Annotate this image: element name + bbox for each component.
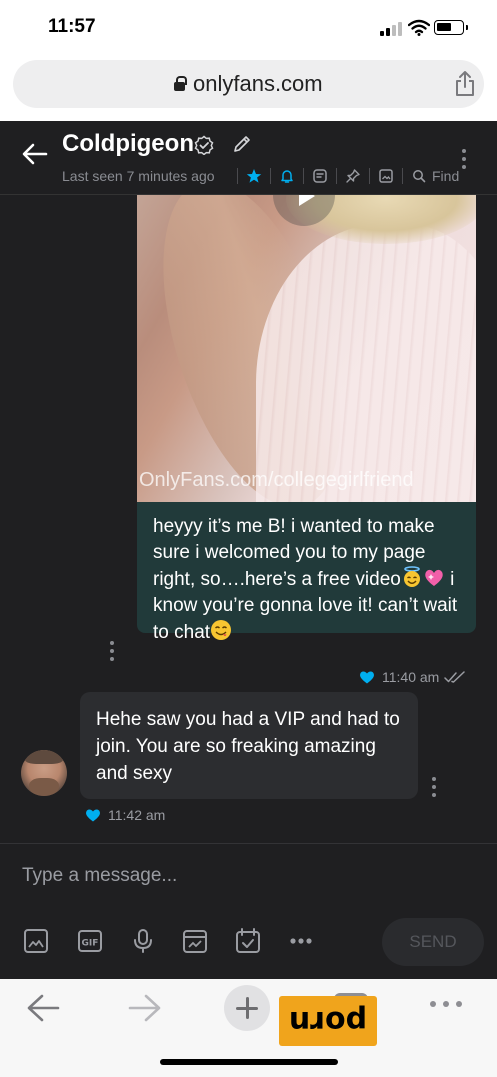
verified-badge-icon [194, 135, 214, 155]
brand-watermark: porn [279, 996, 377, 1046]
last-seen-status: Last seen 7 minutes ago [62, 168, 215, 184]
outgoing-message-time: 11:40 am [382, 669, 440, 685]
find-label[interactable]: Find [432, 168, 459, 184]
browser-forward-icon[interactable] [128, 993, 162, 1023]
more-icon[interactable] [287, 927, 315, 955]
microphone-icon[interactable] [129, 927, 157, 955]
angel-emoji-icon [403, 566, 420, 587]
status-bar: 11:57 [0, 0, 497, 52]
incoming-message-options-icon[interactable] [432, 777, 436, 801]
share-icon[interactable] [453, 70, 477, 98]
status-time: 11:57 [48, 16, 96, 37]
chat-header: Coldpigeon Last seen 7 minutes ago Find [0, 121, 497, 195]
outgoing-message-meta: 11:40 am [359, 667, 466, 687]
image-icon[interactable] [22, 927, 50, 955]
bell-icon[interactable] [278, 167, 296, 185]
note-icon[interactable] [311, 167, 329, 185]
incoming-message-text: Hehe saw you had a VIP and had to join. … [96, 709, 400, 784]
lock-icon [174, 76, 187, 91]
contact-name[interactable]: Coldpigeon [62, 130, 194, 158]
outgoing-message-options-icon[interactable] [110, 641, 114, 665]
home-indicator [160, 1059, 338, 1065]
avatar[interactable] [21, 750, 67, 796]
gif-icon[interactable]: GIF [76, 927, 104, 955]
new-tab-icon[interactable] [224, 985, 270, 1031]
vault-icon[interactable] [181, 927, 209, 955]
incoming-message-time: 11:42 am [108, 807, 166, 823]
read-checkmarks-icon [444, 671, 466, 683]
sparkling-heart-emoji-icon [425, 569, 443, 586]
outgoing-message-bubble: heyyy it’s me B! i wanted to make sure i… [137, 502, 476, 643]
browser-more-icon[interactable] [428, 999, 464, 1009]
header-actions: Find [230, 165, 459, 187]
like-heart-icon[interactable] [359, 670, 375, 684]
video-preview[interactable]: OnlyFans.com/collegegirlfriend [137, 194, 476, 502]
incoming-message-bubble: Hehe saw you had a VIP and had to join. … [80, 692, 418, 799]
media-watermark: OnlyFans.com/collegegirlfriend [139, 469, 414, 491]
edit-pencil-icon[interactable] [232, 134, 252, 154]
battery-icon [434, 20, 468, 35]
chat-app: Coldpigeon Last seen 7 minutes ago Find … [0, 121, 497, 979]
composer-divider [0, 843, 497, 844]
chat-menu-icon[interactable] [462, 149, 466, 173]
svg-text:GIF: GIF [82, 939, 99, 949]
url-text: onlyfans.com [193, 71, 323, 96]
wifi-icon [408, 19, 430, 36]
send-button[interactable]: SEND [382, 918, 484, 966]
schedule-icon[interactable] [234, 927, 262, 955]
yum-emoji-icon [211, 620, 232, 640]
browser-back-icon[interactable] [26, 993, 60, 1023]
back-arrow-icon[interactable] [22, 143, 48, 165]
incoming-message-meta: 11:42 am [85, 805, 165, 825]
address-bar[interactable]: onlyfans.com [13, 60, 484, 108]
like-heart-icon[interactable] [85, 808, 101, 822]
cellular-signal-icon [380, 22, 402, 36]
pin-icon[interactable] [344, 167, 362, 185]
outgoing-message-text: heyyy it’s me B! i wanted to make sure i… [153, 516, 458, 643]
search-icon[interactable] [410, 167, 428, 185]
gallery-icon[interactable] [377, 167, 395, 185]
message-input[interactable] [22, 861, 472, 891]
star-icon[interactable] [245, 167, 263, 185]
